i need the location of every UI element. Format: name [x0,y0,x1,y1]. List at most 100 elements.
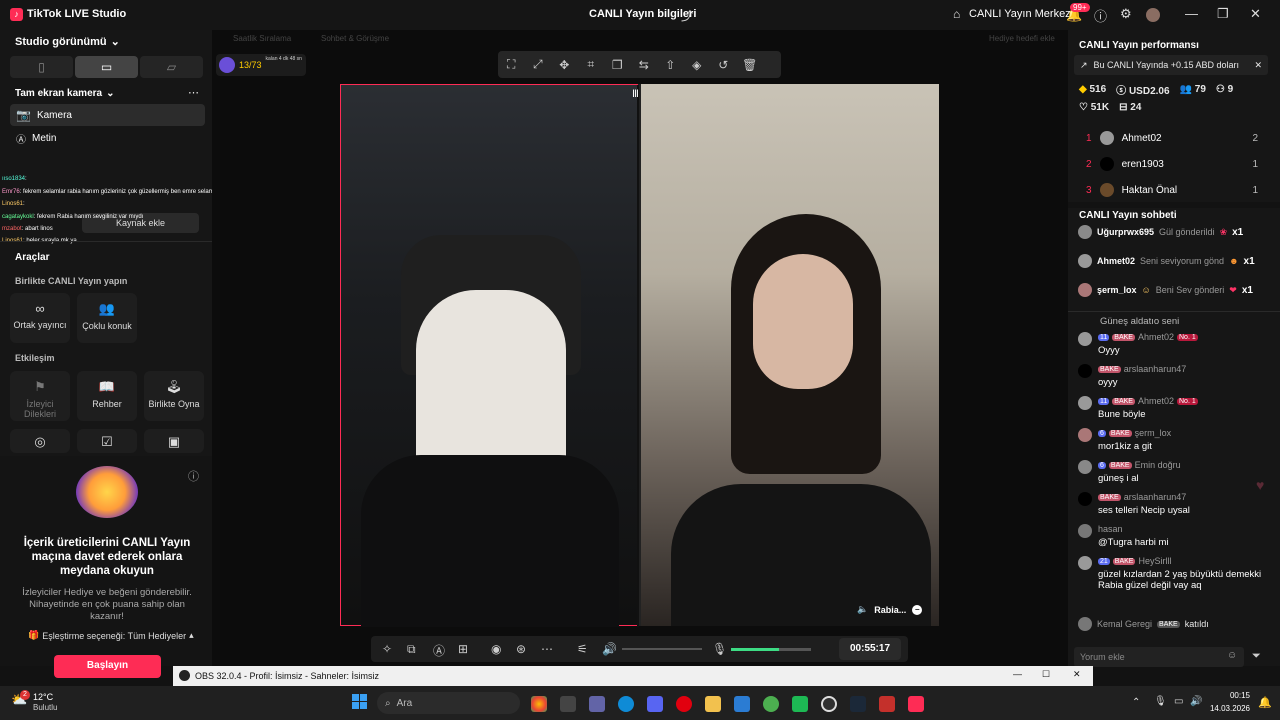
tool-multi-guest[interactable]: 👥 Çoklu konuk [77,293,137,343]
volume-icon[interactable]: 🔊 [602,642,617,656]
help-icon[interactable]: ⓘ [188,468,199,484]
guest-camera-feed[interactable]: 🔈 Rabia... − [641,84,939,626]
mixer-icon[interactable]: ⚟ [577,642,588,656]
gift-event[interactable]: Uğurprwx695 Gül gönderildi ❀ x1 [1078,225,1272,239]
obs-maximize-button[interactable]: ☐ [1042,669,1050,680]
discord-icon[interactable] [647,696,663,712]
match-option-selector[interactable]: 🎁 Eşleştirme seçeneği: Tüm Hediyeler ▴ [28,630,194,641]
filter-icon[interactable]: ⏷ [1252,650,1261,663]
layers-icon[interactable]: ◈ [684,58,711,72]
taskbar-search[interactable]: ⌕ Ara [377,692,520,714]
crop-icon[interactable]: ⌗ [578,57,605,72]
steam-icon[interactable] [850,696,866,712]
chat-item[interactable]: BAKE arslaanharun47 ses telleri Necip uysa… [1078,492,1274,516]
chrome-alt-icon[interactable] [763,696,779,712]
mic-volume-slider[interactable] [731,648,811,651]
clock-time[interactable]: 00:15 [1218,691,1250,700]
tool-extra-1[interactable]: ◎ [10,429,70,453]
gear-icon[interactable]: ⚙ [1120,6,1132,22]
live-center-link[interactable]: CANLI Yayın Merkezi [969,8,1073,20]
opera-icon[interactable] [676,696,692,712]
mic-tray-icon[interactable]: 🎙 [1154,696,1167,707]
chat-item[interactable]: 6 BAKE Emin doğru güneş i al [1078,460,1274,484]
start-match-button[interactable]: Başlayın [54,655,161,678]
align-icon[interactable]: ⇧ [657,58,684,72]
clock-date[interactable]: 14.03.2026 [1208,704,1250,713]
chrome-icon[interactable] [531,696,547,712]
teams-icon[interactable] [589,696,605,712]
source-text[interactable]: Ⓐ Metin [16,131,56,146]
minimize-button[interactable]: — [1185,6,1198,21]
chat-username[interactable]: şerm_lox [1135,428,1172,438]
chat-username[interactable]: arslaanharun47 [1124,364,1187,374]
more-options-icon[interactable]: ⋯ [188,86,199,99]
guest-label[interactable]: 🔈 Rabia... − [857,604,923,615]
tool-extra-2[interactable]: ☑ [77,429,137,453]
chat-username[interactable]: hasan [1098,524,1123,534]
chat-username[interactable]: Ahmet02 [1138,396,1174,406]
leaderboard-row[interactable]: 3 Haktan Önal 1 [1086,183,1258,197]
ai-icon[interactable]: Ⓐ [433,642,445,659]
comment-input[interactable]: Yorum ekle ☺ [1074,647,1244,667]
landscape-layout-button[interactable]: ▭ [75,56,138,78]
chevron-up-icon[interactable]: ⌃ [1132,697,1140,708]
chat-item[interactable]: 11 BAKE Ahmet02 No. 1 Oyyy [1078,332,1274,356]
app-icon[interactable] [792,696,808,712]
help-icon[interactable]: ⓘ [1094,6,1107,25]
obs-window-bar[interactable]: OBS 32.0.4 - Profil: İsimsiz - Sahneler:… [173,666,1093,686]
tool-viewer-wishes[interactable]: ⚑ İzleyici Dilekleri [10,371,70,421]
ranking-widget[interactable]: 13/73 kalan 4 dk 48 sn [216,54,306,76]
profile-avatar[interactable] [1146,8,1160,22]
chat-username[interactable]: HeySirlll [1138,556,1171,566]
chat-username[interactable]: arslaanharun47 [1124,492,1187,502]
folder-icon[interactable] [705,696,721,712]
magic-wand-icon[interactable]: ✧ [382,642,392,656]
windows-start-icon[interactable] [352,694,367,709]
capture-icon[interactable]: ⊛ [516,642,526,656]
fit-icon[interactable]: ⛶ [498,57,525,72]
chat-item[interactable]: hasan @Tugra harbi mi [1078,524,1274,548]
chat-item[interactable]: 11 BAKE Ahmet02 No. 1 Bune böyle [1078,396,1274,420]
gift-event[interactable]: şerm_lox ☺ Beni Sev gönderi ❤ x1 [1078,283,1272,297]
tiktok-icon[interactable] [908,696,924,712]
flip-icon[interactable]: ⇆ [631,58,658,72]
studio-view-dropdown[interactable]: Studio görünümü ⌄ [15,35,120,49]
microphone-icon[interactable]: 🎙 [712,642,727,656]
undo-icon[interactable]: ↺ [710,58,737,72]
expand-icon[interactable]: ⤢ [525,57,552,72]
emoji-picker-icon[interactable]: ☺ [1227,650,1237,661]
chat-username[interactable]: Ahmet02 [1138,332,1174,342]
tool-extra-3[interactable]: ▣ [144,429,204,453]
center-icon[interactable]: ✥ [551,58,578,72]
remove-guest-icon[interactable]: − [912,604,923,615]
chat-item[interactable]: 21 BAKE HeySirlll güzel kızlardan 2 yaş büy… [1078,556,1274,591]
maximize-button[interactable]: ❐ [1217,6,1229,22]
other-layout-button[interactable]: ▱ [140,56,203,78]
tool-play-together[interactable]: 🕹 Birlikte Oyna [144,371,204,421]
effects-icon[interactable]: ⧉ [407,642,416,657]
close-icon[interactable]: ✕ [1254,60,1262,71]
obs-minimize-button[interactable]: — [1013,669,1022,679]
copy-icon[interactable]: ❐ [604,58,631,72]
mail-icon[interactable] [734,696,750,712]
chat-item[interactable]: BAKE arslaanharun47 oyyy [1078,364,1274,388]
source-camera[interactable]: 📷 Kamera [10,104,205,126]
edge-icon[interactable] [618,696,634,712]
notifications-icon[interactable]: 🔔 [1258,696,1272,709]
volume-tray-icon[interactable]: 🔊 [1190,696,1202,707]
host-camera-feed[interactable]: Ⅲ [340,84,639,627]
add-media-icon[interactable]: ⊞ [458,642,468,656]
store-icon[interactable] [560,696,576,712]
tool-cohost[interactable]: ∞ Ortak yayıncı [10,293,70,343]
tool-guide[interactable]: 📖 Rehber [77,371,137,421]
obs-icon[interactable] [821,696,837,712]
earnings-banner[interactable]: ↗ Bu CANLI Yayında +0.15 ABD doları ✕ [1074,55,1268,75]
more-icon[interactable]: ⋯ [541,642,553,656]
trash-icon[interactable]: 🗑 [737,58,764,72]
network-icon[interactable]: ▭ [1174,696,1183,707]
speaker-icon[interactable]: 🔈 [857,604,868,615]
gift-event[interactable]: Ahmet02 Seni seviyorum gönd ☻ x1 [1078,254,1272,268]
leaderboard-row[interactable]: 1 Ahmet02 2 [1086,131,1258,145]
record-icon[interactable]: ◉ [491,642,501,656]
scene-dropdown[interactable]: Tam ekran kamera ⌄ [15,88,114,99]
